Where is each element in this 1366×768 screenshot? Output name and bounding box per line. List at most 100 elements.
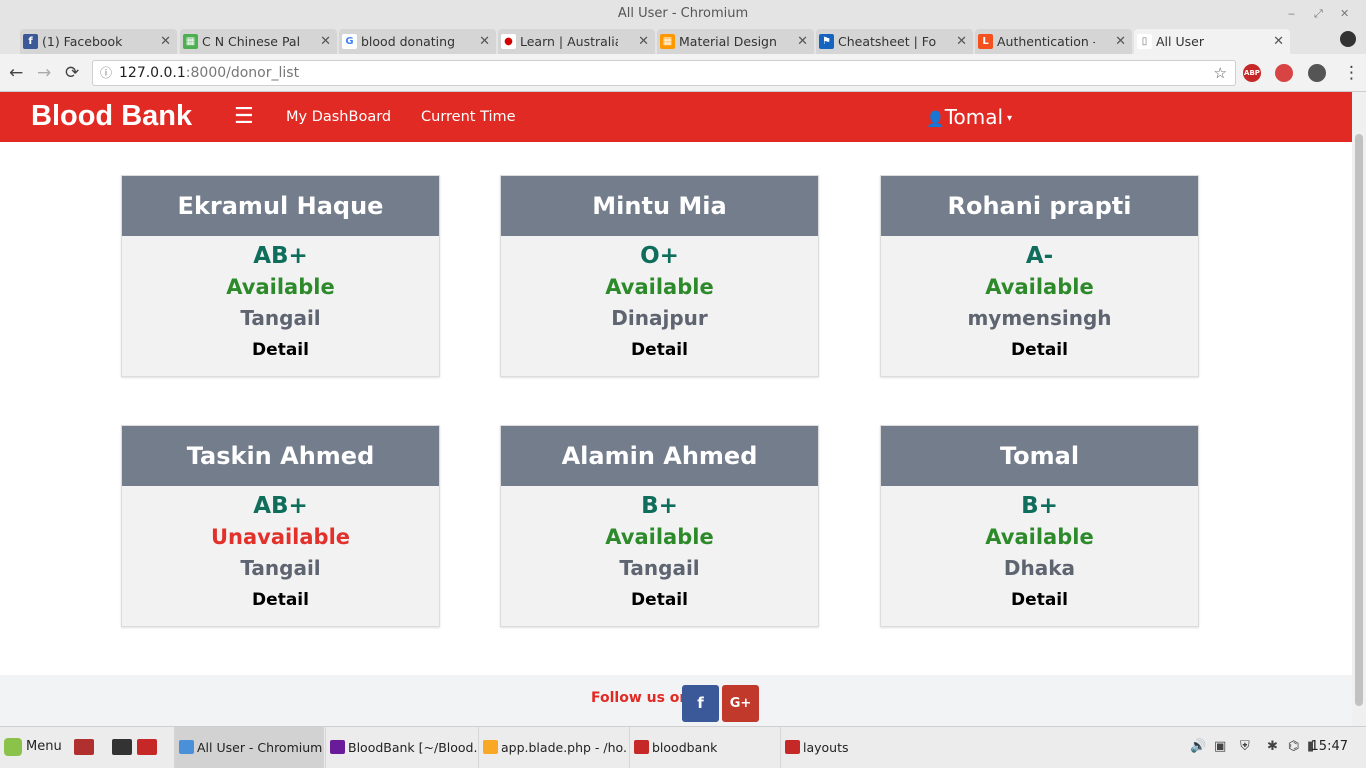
brand-logo[interactable]: Blood Bank xyxy=(31,98,192,134)
tab-label: Learn | Australia xyxy=(520,34,618,49)
chromium-icon xyxy=(179,740,194,754)
page-icon: ▯ xyxy=(1137,34,1152,49)
donor-name: Taskin Ahmed xyxy=(122,426,439,486)
page-scrollbar[interactable] xyxy=(1352,92,1366,726)
nav-link-current-time[interactable]: Current Time xyxy=(421,107,516,127)
donor-name: Mintu Mia xyxy=(501,176,818,236)
browser-menu-icon[interactable]: ⋮ xyxy=(1343,63,1360,83)
donor-location: Tangail xyxy=(619,556,700,580)
shield-icon[interactable]: ⛨ xyxy=(1240,739,1250,755)
terminal-icon[interactable] xyxy=(112,739,132,755)
availability-status: Available xyxy=(226,275,335,299)
address-bar[interactable]: ⓘ 127.0.0.1:8000/donor_list ☆ xyxy=(92,60,1236,86)
browser-tab[interactable]: ▦ Material Design C ✕ xyxy=(657,29,814,54)
donor-card: Alamin Ahmed B+ Available Tangail Detail xyxy=(500,425,819,627)
donor-card: Rohani prapti A- Available mymensingh Detail xyxy=(880,175,1199,377)
show-desktop-icon[interactable] xyxy=(74,739,94,755)
taskbar-window-button[interactable]: BloodBank [~/Blood... xyxy=(325,727,477,768)
taskbar-window-button[interactable]: All User - Chromium xyxy=(174,727,324,768)
tab-label: (1) Facebook xyxy=(42,34,123,49)
browser-tab[interactable]: ● Learn | Australia ✕ xyxy=(498,29,655,54)
availability-status: Available xyxy=(985,275,1094,299)
browser-tab[interactable]: ⚑ Cheatsheet | Fon ✕ xyxy=(816,29,973,54)
window-titlebar: All User - Chromium ‒ ⤢ ✕ xyxy=(0,0,1366,27)
google-plus-button[interactable]: G+ xyxy=(722,685,759,722)
hamburger-menu-icon[interactable]: ☰ xyxy=(234,102,254,132)
browser-tab[interactable]: L Authentication - L ✕ xyxy=(975,29,1132,54)
browser-tab[interactable]: ▦ C N Chinese Pale ✕ xyxy=(180,29,337,54)
donor-card: Mintu Mia O+ Available Dinajpur Detail xyxy=(500,175,819,377)
donor-name: Rohani prapti xyxy=(881,176,1198,236)
pen-extension-icon[interactable] xyxy=(1308,64,1326,82)
follow-us-text: Follow us on xyxy=(591,690,690,706)
detail-link[interactable]: Detail xyxy=(881,336,1198,364)
extension-icon[interactable] xyxy=(1275,64,1293,82)
donor-name: Ekramul Haque xyxy=(122,176,439,236)
update-manager-icon[interactable]: ▣ xyxy=(1214,739,1226,755)
user-dropdown[interactable]: 👤Tomal ▾ xyxy=(926,103,1012,133)
files-icon[interactable] xyxy=(137,739,157,755)
browser-tab[interactable]: Gblood donating sit ✕ xyxy=(339,29,496,54)
tab-close-icon[interactable]: ✕ xyxy=(160,29,171,54)
taskbar-window-label: bloodbank xyxy=(652,740,718,755)
detail-link[interactable]: Detail xyxy=(881,586,1198,614)
taskbar-window-label: BloodBank [~/Blood... xyxy=(348,740,477,755)
folder-icon xyxy=(634,740,649,754)
adblock-icon[interactable]: ABP xyxy=(1243,64,1261,82)
tab-strip: f (1) Facebook ✕ ▦ C N Chinese Pale ✕ Gblood d… xyxy=(0,27,1366,54)
clock: 15:47 xyxy=(1310,739,1348,754)
volume-icon[interactable]: 🔊 xyxy=(1190,739,1206,755)
tab-close-icon[interactable]: ✕ xyxy=(320,29,331,54)
restore-button[interactable]: ⤢ xyxy=(1314,0,1323,27)
browser-tab[interactable]: f (1) Facebook ✕ xyxy=(20,29,177,54)
facebook-button[interactable]: f xyxy=(682,685,719,722)
browser-tab[interactable]: ▯ All User ✕ xyxy=(1134,29,1290,54)
google-icon: G xyxy=(342,34,357,49)
minimize-button[interactable]: ‒ xyxy=(1288,0,1295,27)
blood-group: O+ xyxy=(640,243,679,269)
tab-label: Cheatsheet | Fon xyxy=(838,34,936,49)
scrollbar-thumb[interactable] xyxy=(1355,134,1363,706)
reload-button[interactable]: ⟳ xyxy=(65,63,79,83)
editor-icon xyxy=(483,740,498,754)
tab-close-icon[interactable]: ✕ xyxy=(479,29,490,54)
bluetooth-icon[interactable]: ✱ xyxy=(1267,739,1278,755)
os-taskbar: Menu All User - Chromium BloodBank [~/Blo… xyxy=(0,726,1366,768)
back-button[interactable]: ← xyxy=(9,63,23,83)
donor-location: Tangail xyxy=(240,306,321,330)
donor-location: Dinajpur xyxy=(611,306,708,330)
taskbar-window-label: layouts xyxy=(803,740,849,755)
detail-link[interactable]: Detail xyxy=(501,336,818,364)
tab-label: All User xyxy=(1156,34,1204,49)
site-info-icon[interactable]: ⓘ xyxy=(100,61,112,85)
url-path: :8000/donor_list xyxy=(185,65,300,81)
network-icon[interactable]: ⌬ xyxy=(1288,739,1299,755)
blood-group: AB+ xyxy=(253,243,308,269)
tab-close-icon[interactable]: ✕ xyxy=(1273,29,1284,54)
page-footer: Follow us on f G+ xyxy=(0,675,1352,726)
taskbar-window-button[interactable]: layouts xyxy=(780,727,931,768)
blood-group: A- xyxy=(1025,243,1054,269)
bookmark-star-icon[interactable]: ☆ xyxy=(1214,61,1227,85)
detail-link[interactable]: Detail xyxy=(501,586,818,614)
url-host: 127.0.0.1 xyxy=(119,65,186,81)
nav-link-dashboard[interactable]: My DashBoard xyxy=(286,107,391,127)
close-window-button[interactable]: ✕ xyxy=(1340,0,1349,27)
taskbar-window-label: All User - Chromium xyxy=(197,740,323,755)
profile-icon[interactable] xyxy=(1340,31,1356,47)
detail-link[interactable]: Detail xyxy=(122,336,439,364)
tab-close-icon[interactable]: ✕ xyxy=(1115,29,1126,54)
forward-button[interactable]: → xyxy=(37,63,51,83)
taskbar-window-button[interactable]: bloodbank xyxy=(629,727,779,768)
start-menu-label: Menu xyxy=(26,739,62,754)
start-menu-button[interactable]: Menu xyxy=(4,738,62,756)
tab-close-icon[interactable]: ✕ xyxy=(797,29,808,54)
tab-close-icon[interactable]: ✕ xyxy=(638,29,649,54)
site-navbar: Blood Bank ☰ My DashBoard Current Time 👤… xyxy=(0,92,1352,142)
tab-close-icon[interactable]: ✕ xyxy=(956,29,967,54)
window-title: All User - Chromium xyxy=(617,6,749,21)
taskbar-window-button[interactable]: app.blade.php - /ho... xyxy=(478,727,628,768)
availability-status: Available xyxy=(605,525,714,549)
detail-link[interactable]: Detail xyxy=(122,586,439,614)
blood-group: B+ xyxy=(1021,493,1058,519)
